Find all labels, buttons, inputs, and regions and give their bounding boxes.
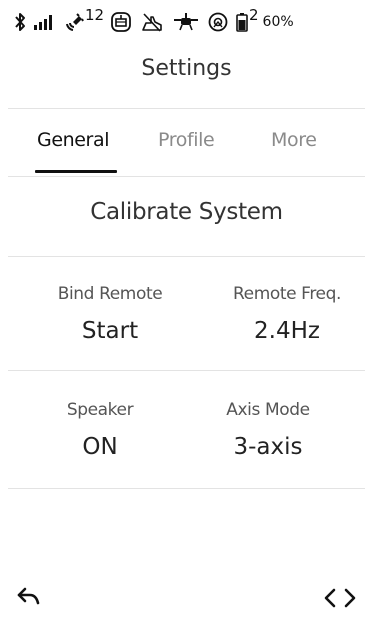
axis-mode-setting[interactable]: Axis Mode 3-axis	[178, 400, 358, 460]
bind-remote-value: Start	[81, 318, 139, 344]
speaker-label: Speaker	[66, 400, 134, 420]
signal-bars-icon	[34, 0, 56, 44]
gimbal-icon	[110, 0, 132, 44]
remote-freq-setting[interactable]: Remote Freq. 2.4Hz	[197, 284, 373, 344]
speaker-setting[interactable]: Speaker ON	[10, 400, 190, 460]
divider	[8, 176, 365, 177]
bluetooth-icon	[14, 0, 26, 44]
remote-freq-value: 2.4Hz	[254, 318, 320, 344]
axis-mode-value: 3-axis	[233, 434, 303, 460]
rotation-icon	[207, 0, 229, 44]
satellite-count: 12	[85, 6, 105, 24]
tab-profile[interactable]: Profile	[158, 129, 215, 151]
page-title: Settings	[141, 56, 232, 81]
axis-mode-label: Axis Mode	[226, 400, 310, 420]
bind-remote-label: Bind Remote	[57, 284, 163, 304]
divider	[8, 370, 365, 371]
tab-general[interactable]: General	[37, 129, 109, 151]
code-brackets-icon	[324, 588, 356, 608]
calibrate-system-button[interactable]: Calibrate System	[0, 199, 373, 225]
active-tab-indicator	[35, 170, 117, 173]
back-arrow-icon	[17, 587, 40, 605]
status-bar: 12 2 60%	[0, 0, 373, 44]
bind-remote-setting[interactable]: Bind Remote Start	[20, 284, 200, 344]
divider	[8, 256, 365, 257]
battery-icon	[236, 12, 248, 32]
code-button[interactable]	[320, 585, 360, 611]
drone-icon	[173, 0, 199, 44]
speaker-value: ON	[82, 434, 118, 460]
tab-more[interactable]: More	[271, 129, 317, 151]
divider	[8, 488, 365, 489]
battery-index: 2	[249, 6, 259, 24]
battery-percent: 60%	[262, 14, 294, 30]
back-button[interactable]	[14, 585, 44, 611]
divider	[8, 108, 365, 109]
remote-freq-label: Remote Freq.	[232, 284, 341, 304]
hand-icon	[140, 0, 164, 44]
satellite-icon	[64, 12, 84, 32]
